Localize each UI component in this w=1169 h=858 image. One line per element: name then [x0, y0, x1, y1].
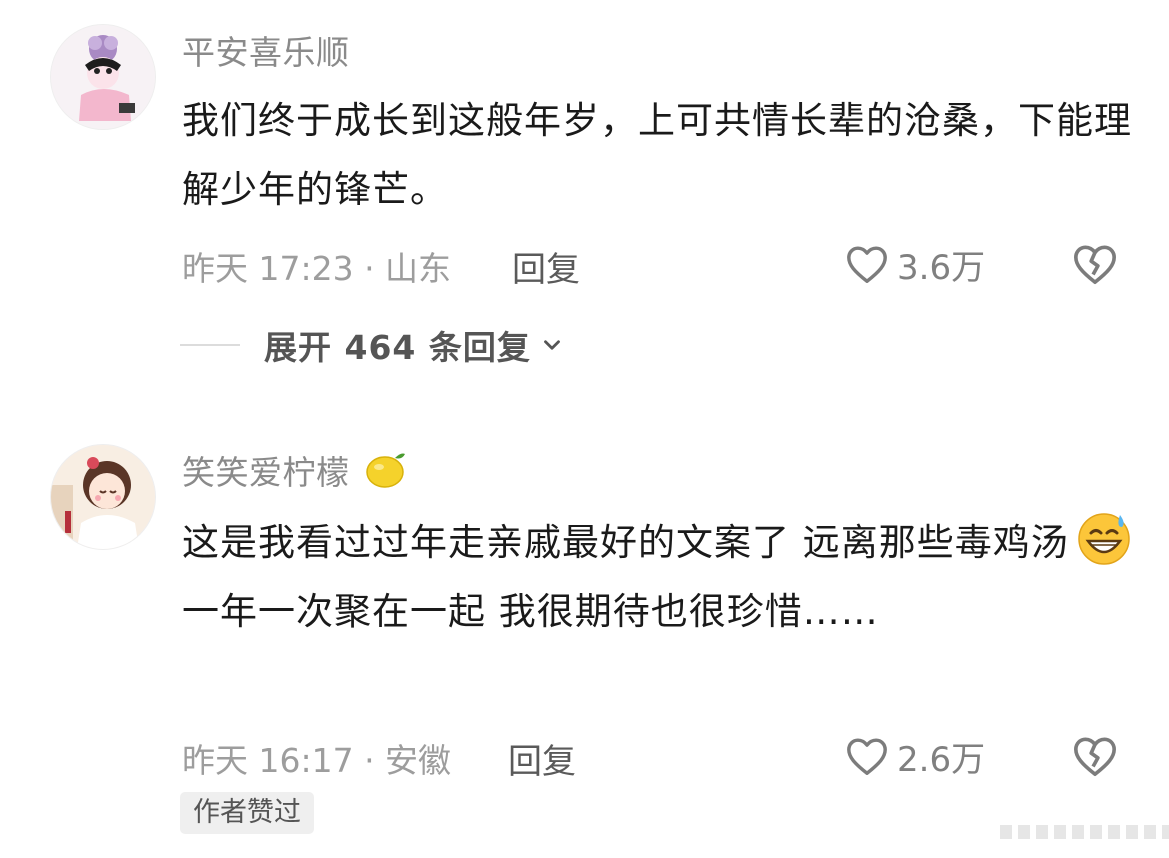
- like-button[interactable]: 2.6万: [845, 734, 986, 780]
- comment-meta: 昨天 16:17 · 安徽: [182, 741, 452, 780]
- comment-text-part2: 一年一次聚在一起 我很期待也很珍惜……: [182, 590, 879, 633]
- comment-text: 这是我看过过年走亲戚最好的文案了 远离那些毒鸡汤 一年一次聚在一起 我很期待也很…: [182, 508, 1142, 646]
- like-count: 2.6万: [897, 739, 986, 780]
- expand-replies-label: 展开 464 条回复: [264, 328, 531, 367]
- heart-icon: [847, 246, 887, 283]
- like-button[interactable]: 3.6万: [845, 242, 986, 288]
- reply-button[interactable]: 回复: [512, 242, 580, 291]
- avatar[interactable]: [50, 24, 156, 130]
- broken-heart-icon[interactable]: [1072, 734, 1118, 778]
- comment-text-part1: 这是我看过过年走亲戚最好的文案了 远离那些毒鸡汤: [182, 521, 1069, 564]
- author-liked-badge: 作者赞过: [180, 792, 314, 834]
- broken-heart-icon[interactable]: [1072, 242, 1118, 286]
- divider: [180, 344, 240, 346]
- like-count: 3.6万: [897, 247, 986, 288]
- comment-text: 我们终于成长到这般年岁，上可共情长辈的沧桑，下能理解少年的锋芒。: [182, 99, 1132, 211]
- chevron-down-icon: [543, 340, 560, 350]
- comment-meta: 昨天 17:23 · 山东: [182, 249, 452, 288]
- avatar[interactable]: [50, 444, 156, 550]
- reply-button[interactable]: 回复: [508, 734, 576, 783]
- watermark: [1000, 825, 1169, 839]
- username[interactable]: 笑笑爱柠檬: [182, 446, 407, 494]
- username[interactable]: 平安喜乐顺: [182, 26, 350, 74]
- grinning-sweat-emoji: [1078, 513, 1130, 565]
- username-text: 笑笑爱柠檬: [182, 453, 350, 492]
- lemon-icon: [365, 453, 405, 488]
- heart-icon: [847, 738, 887, 775]
- expand-replies-button[interactable]: 展开 464 条回复: [180, 320, 565, 370]
